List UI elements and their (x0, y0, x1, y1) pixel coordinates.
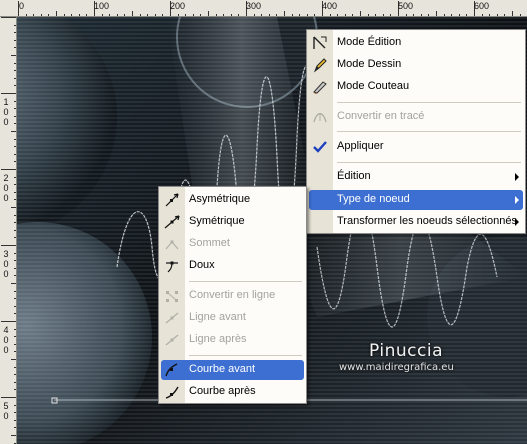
submenu-item-symmetric[interactable]: Symétrique (161, 212, 304, 232)
menu-item-draw-mode[interactable]: Mode Dessin (309, 55, 523, 75)
ruler-label-400: 400 (322, 1, 338, 11)
context-menu: Mode Édition Mode Dessin Mode Couteau Co… (306, 29, 526, 234)
pencil-icon (311, 57, 329, 73)
submenu-item-line-before[interactable]: Ligne avant (161, 308, 304, 328)
edit-mode-icon (311, 35, 329, 51)
menu-item-node-type[interactable]: Type de noeud (309, 190, 523, 210)
vertical-ruler-ticks (1, 17, 16, 444)
ruler-label-v200: 200 (3, 173, 9, 203)
submenu-item-smooth[interactable]: Doux (161, 256, 304, 276)
convert-path-icon (311, 109, 329, 125)
ruler-label-0: 0 (19, 1, 25, 11)
vertical-ruler: 100 200 300 400 50 (0, 17, 17, 444)
menu-item-convert-path[interactable]: Convertir en tracé (309, 107, 523, 127)
ruler-label-v400: 400 (3, 325, 9, 355)
smooth-node-icon (163, 258, 181, 274)
submenu-item-curve-before[interactable]: Courbe avant (161, 360, 304, 380)
asymmetric-node-icon (163, 192, 181, 208)
knife-icon (311, 79, 329, 95)
horizontal-ruler: 0 100 200 300 400 500 600 (0, 0, 527, 17)
ruler-label-500: 500 (398, 1, 414, 11)
ruler-label-300: 300 (246, 1, 262, 11)
submenu-item-curve-after[interactable]: Courbe après (161, 382, 304, 402)
node-type-submenu: Asymétrique Symétrique Sommet Doux Conve… (158, 186, 307, 404)
menu-item-apply[interactable]: Appliquer (309, 137, 523, 157)
line-before-icon (163, 310, 181, 326)
menu-item-transform-nodes[interactable]: Transformer les noeuds sélectionnés (309, 212, 523, 232)
submenu-arrow-icon (515, 196, 519, 204)
horizontal-ruler-ticks (18, 1, 521, 16)
submenu-item-asymmetric[interactable]: Asymétrique (161, 190, 304, 210)
convert-line-icon (163, 288, 181, 304)
curve-before-icon (163, 362, 181, 378)
submenu-arrow-icon (515, 173, 519, 181)
ruler-label-100: 100 (94, 1, 110, 11)
ruler-label-v500: 50 (3, 401, 9, 421)
ruler-label-v100: 100 (3, 97, 9, 127)
submenu-item-line-after[interactable]: Ligne après (161, 330, 304, 350)
checkmark-icon (311, 139, 329, 155)
watermark-url: www.maidiregrafica.eu (339, 362, 454, 373)
submenu-item-convert-line[interactable]: Convertir en ligne (161, 286, 304, 306)
cusp-node-icon (163, 236, 181, 252)
submenu-arrow-icon (515, 218, 519, 226)
ruler-label-600: 600 (474, 1, 490, 11)
submenu-item-cusp[interactable]: Sommet (161, 234, 304, 254)
menu-item-knife-mode[interactable]: Mode Couteau (309, 77, 523, 97)
menu-item-edit[interactable]: Édition (309, 167, 523, 187)
line-after-icon (163, 332, 181, 348)
menu-item-edit-mode[interactable]: Mode Édition (309, 33, 523, 53)
ruler-label-200: 200 (170, 1, 186, 11)
watermark-name: Pinuccia (369, 341, 443, 361)
ruler-label-v300: 300 (3, 249, 9, 279)
curve-after-icon (163, 384, 181, 400)
symmetric-node-icon (163, 214, 181, 230)
